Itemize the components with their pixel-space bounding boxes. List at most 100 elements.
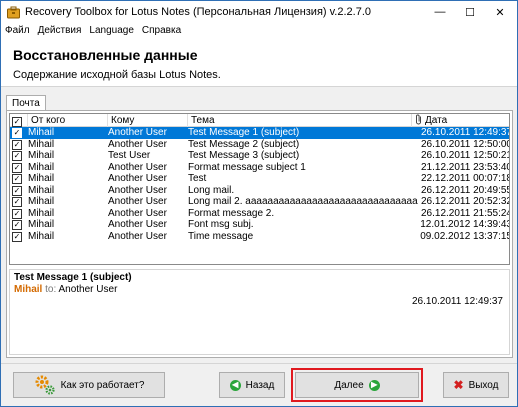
cell-to: Another User bbox=[108, 173, 167, 184]
menu-actions[interactable]: Действия bbox=[34, 23, 86, 39]
menu-bar: Файл Действия Language Справка bbox=[1, 23, 517, 39]
close-icon: ✕ bbox=[495, 6, 505, 19]
message-preview: Test Message 1 (subject) Mihail to: Anot… bbox=[9, 269, 510, 355]
select-all-checkbox[interactable]: ✓ bbox=[12, 117, 22, 127]
cell-date: 26.10.2011 12:50:00 bbox=[420, 138, 510, 150]
footer-bar: Как это работает? ◀ Назад Далее ▶ ✖ Выхо… bbox=[1, 363, 517, 406]
menu-language[interactable]: Language bbox=[85, 23, 138, 39]
message-grid: ✓ От кого Кому Тема Дата ✓ Mihail Anothe… bbox=[9, 113, 510, 265]
cell-to: Another User bbox=[108, 207, 167, 219]
column-header-to[interactable]: Кому bbox=[108, 114, 188, 127]
arrow-right-icon: ▶ bbox=[368, 379, 380, 391]
app-window: Recovery Toolbox for Lotus Notes (Персон… bbox=[0, 0, 518, 407]
cell-subject: Test Message 3 (subject) bbox=[188, 150, 300, 161]
exit-button[interactable]: ✖ Выход bbox=[443, 372, 509, 398]
cell-subject: Time message bbox=[188, 230, 254, 242]
menu-file[interactable]: Файл bbox=[1, 23, 34, 39]
table-row[interactable]: ✓ Mihail Another User Test Message 1 (su… bbox=[10, 127, 510, 139]
close-window-button[interactable]: ✕ bbox=[485, 1, 515, 23]
row-checkbox[interactable]: ✓ bbox=[12, 197, 22, 207]
minimize-icon: — bbox=[434, 6, 446, 18]
cell-from: Mihail bbox=[28, 196, 55, 207]
row-checkbox[interactable]: ✓ bbox=[12, 151, 22, 161]
cell-date: 21.12.2011 23:53:40 bbox=[420, 161, 510, 173]
cell-from: Mihail bbox=[28, 230, 55, 242]
row-checkbox[interactable]: ✓ bbox=[12, 220, 22, 230]
cell-date: 26.12.2011 21:55:24 bbox=[420, 207, 510, 219]
cell-to: Another User bbox=[108, 138, 167, 150]
header-panel: Восстановленные данные Содержание исходн… bbox=[1, 39, 517, 87]
back-label: Назад bbox=[245, 379, 275, 391]
table-row[interactable]: ✓ Mihail Another User Long mail. 26.12.2… bbox=[10, 184, 510, 197]
maximize-icon: ☐ bbox=[465, 6, 475, 19]
table-row[interactable]: ✓ Mihail Another User Test Message 2 (su… bbox=[10, 138, 510, 151]
preview-from: Mihail bbox=[14, 284, 43, 295]
table-row[interactable]: ✓ Mihail Another User Font msg subj. 12.… bbox=[10, 219, 509, 231]
preview-subject: Test Message 1 (subject) bbox=[14, 272, 132, 283]
tab-panel-mail: ✓ От кого Кому Тема Дата ✓ Mihail Anothe… bbox=[6, 110, 513, 358]
page-title: Восстановленные данные bbox=[13, 47, 198, 63]
table-row[interactable]: ✓ Mihail Another User Format message sub… bbox=[10, 161, 510, 174]
table-row[interactable]: ✓ Mihail Another User Format message 2. … bbox=[10, 207, 510, 220]
row-checkbox[interactable]: ✓ bbox=[12, 128, 22, 138]
cell-from: Mihail bbox=[28, 219, 55, 230]
preview-date: 26.10.2011 12:49:37 bbox=[411, 296, 503, 307]
cell-from: Mihail bbox=[28, 127, 55, 138]
cell-from: Mihail bbox=[28, 184, 55, 196]
next-button[interactable]: Далее ▶ bbox=[295, 372, 419, 398]
minimize-button[interactable]: — bbox=[425, 1, 455, 23]
window-title: Recovery Toolbox for Lotus Notes (Персон… bbox=[25, 6, 372, 18]
cell-from: Mihail bbox=[28, 161, 55, 173]
next-label: Далее bbox=[334, 379, 364, 391]
cell-date: 26.10.2011 12:49:37 bbox=[420, 127, 510, 138]
cell-from: Mihail bbox=[28, 138, 55, 150]
column-header-subject[interactable]: Тема bbox=[188, 114, 412, 127]
paperclip-icon bbox=[416, 114, 421, 125]
row-checkbox[interactable]: ✓ bbox=[12, 185, 22, 196]
tab-mail[interactable]: Почта bbox=[6, 95, 46, 111]
page-subtitle: Содержание исходной базы Lotus Notes. bbox=[13, 69, 221, 81]
row-checkbox[interactable]: ✓ bbox=[12, 231, 22, 242]
row-checkbox[interactable]: ✓ bbox=[12, 139, 22, 150]
column-header-date[interactable]: Дата bbox=[412, 114, 509, 127]
cell-to: Another User bbox=[108, 230, 167, 242]
cell-subject: Test bbox=[188, 173, 207, 184]
menu-help[interactable]: Справка bbox=[138, 23, 185, 39]
title-bar: Recovery Toolbox for Lotus Notes (Персон… bbox=[1, 1, 517, 23]
message-rows: ✓ Mihail Another User Test Message 1 (su… bbox=[10, 127, 510, 243]
cell-date: 26.12.2011 20:52:32 bbox=[420, 196, 510, 207]
cell-subject: Font msg subj. bbox=[188, 219, 254, 230]
exit-label: Выход bbox=[468, 379, 499, 391]
maximize-button[interactable]: ☐ bbox=[455, 1, 485, 23]
cell-from: Mihail bbox=[28, 150, 55, 161]
cell-subject: Format message 2. bbox=[188, 207, 275, 219]
select-all-column[interactable]: ✓ bbox=[10, 114, 28, 127]
cell-subject: Long mail 2. aaaaaaaaaaaaaaaaaaaaaaaaaaa… bbox=[188, 196, 418, 207]
cell-subject: Format message subject 1 bbox=[188, 161, 306, 173]
cell-to: Another User bbox=[108, 184, 167, 196]
column-header-date-label: Дата bbox=[425, 115, 448, 126]
row-checkbox[interactable]: ✓ bbox=[12, 174, 22, 184]
close-x-icon: ✖ bbox=[453, 378, 464, 392]
table-row[interactable]: ✓ Mihail Another User Time message 09.02… bbox=[10, 230, 510, 243]
cell-date: 26.12.2011 20:49:55 bbox=[420, 184, 510, 196]
preview-to: Another User bbox=[58, 284, 118, 295]
toolbox-icon bbox=[7, 6, 20, 19]
table-row[interactable]: ✓ Mihail Another User Test 22.12.2011 00… bbox=[10, 173, 509, 185]
cell-to: Another User bbox=[108, 127, 167, 138]
back-button[interactable]: ◀ Назад bbox=[219, 372, 285, 398]
cell-subject: Test Message 2 (subject) bbox=[188, 138, 300, 150]
column-header-from[interactable]: От кого bbox=[28, 114, 108, 127]
table-row[interactable]: ✓ Mihail Test User Test Message 3 (subje… bbox=[10, 150, 510, 162]
row-checkbox[interactable]: ✓ bbox=[12, 162, 22, 173]
cell-date: 26.10.2011 12:50:21 bbox=[420, 150, 510, 161]
content-area: Почта ✓ От кого Кому Тема Дата ✓ Mihail … bbox=[1, 87, 517, 363]
grid-header: ✓ От кого Кому Тема Дата bbox=[10, 114, 509, 127]
how-it-works-button[interactable]: Как это работает? bbox=[13, 372, 165, 398]
cell-to: Another User bbox=[108, 196, 167, 207]
cell-to: Another User bbox=[108, 219, 167, 230]
cell-date: 09.02.2012 13:37:15 bbox=[420, 230, 510, 242]
preview-addresses: Mihail to: Another User bbox=[14, 284, 117, 295]
row-checkbox[interactable]: ✓ bbox=[12, 208, 22, 219]
table-row[interactable]: ✓ Mihail Another User Long mail 2. aaaaa… bbox=[10, 196, 510, 208]
